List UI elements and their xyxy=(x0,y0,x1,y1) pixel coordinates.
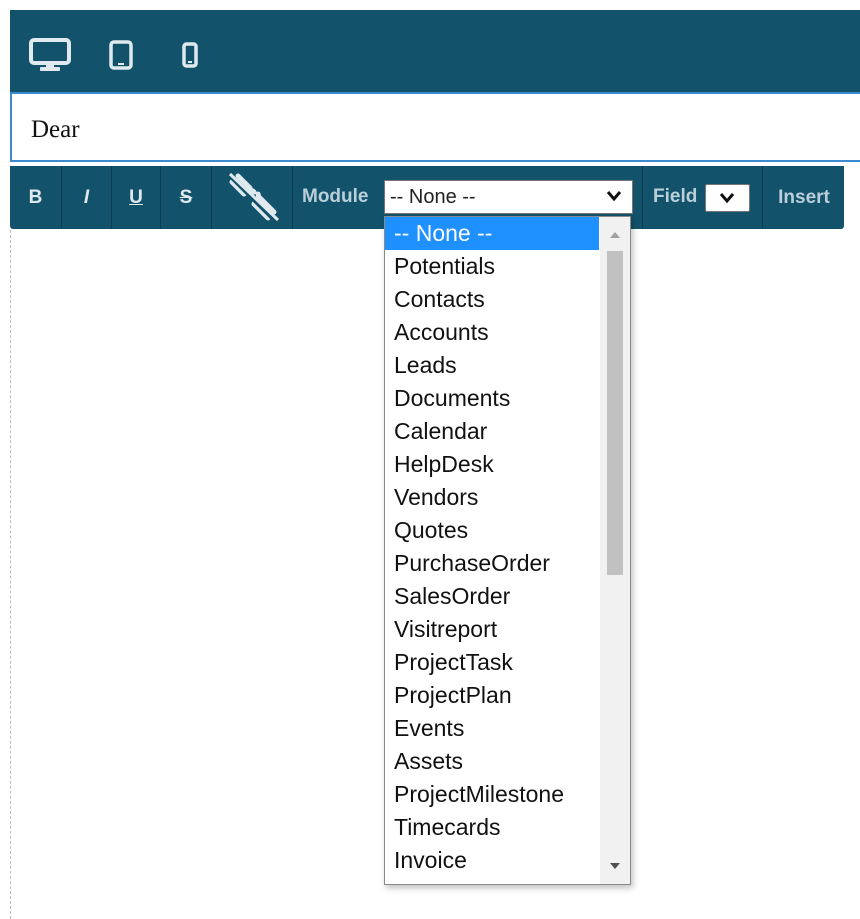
strikethrough-button[interactable]: S xyxy=(161,166,212,229)
field-label: Field xyxy=(653,186,698,207)
module-label: Module xyxy=(302,186,369,207)
chevron-down-icon xyxy=(719,193,735,204)
scroll-up-arrow-icon[interactable] xyxy=(600,221,630,249)
tablet-icon[interactable] xyxy=(108,38,134,72)
module-option[interactable]: Visitreport xyxy=(385,613,599,646)
module-select[interactable]: -- None -- xyxy=(384,180,633,214)
module-option[interactable]: Contacts xyxy=(385,283,599,316)
chevron-down-icon xyxy=(606,191,622,202)
email-template-editor: Dear B I U S Module -- None -- Field Ins… xyxy=(0,0,860,919)
scrollbar-thumb[interactable] xyxy=(607,251,623,575)
italic-button[interactable]: I xyxy=(62,166,112,229)
module-option[interactable]: Events xyxy=(385,712,599,745)
text-block-editor[interactable]: Dear xyxy=(10,92,860,162)
module-select-value: -- None -- xyxy=(390,185,476,208)
mobile-icon[interactable] xyxy=(180,38,200,72)
desktop-icon[interactable] xyxy=(28,38,72,72)
editor-text[interactable]: Dear xyxy=(31,116,80,144)
insert-button[interactable]: Insert xyxy=(762,166,845,229)
module-option[interactable]: Invoice xyxy=(385,844,599,877)
module-option[interactable]: Calendar xyxy=(385,415,599,448)
module-option[interactable]: Quotes xyxy=(385,514,599,547)
dropdown-scrollbar[interactable] xyxy=(600,217,630,884)
underline-button[interactable]: U xyxy=(112,166,161,229)
module-option[interactable]: -- None -- xyxy=(385,217,599,250)
module-option[interactable]: Assets xyxy=(385,745,599,778)
toolbar-divider xyxy=(642,166,643,229)
module-option[interactable]: ProjectPlan xyxy=(385,679,599,712)
scroll-down-arrow-icon[interactable] xyxy=(600,852,630,880)
editor-guide-line xyxy=(10,230,11,919)
module-option[interactable]: ProjectMilestone xyxy=(385,778,599,811)
field-select[interactable] xyxy=(705,184,750,212)
module-option[interactable]: ProjectTask xyxy=(385,646,599,679)
unlink-button[interactable] xyxy=(212,166,293,229)
module-option[interactable]: Potentials xyxy=(385,250,599,283)
bold-button[interactable]: B xyxy=(10,166,62,229)
module-option[interactable]: Accounts xyxy=(385,316,599,349)
module-dropdown-list: -- None -- Potentials Contacts Accounts Lead… xyxy=(384,216,631,885)
unlink-icon xyxy=(226,172,280,223)
module-option[interactable]: SalesOrder xyxy=(385,580,599,613)
module-option[interactable]: Documents xyxy=(385,382,599,415)
module-option[interactable]: Leads xyxy=(385,349,599,382)
module-option[interactable]: Vendors xyxy=(385,481,599,514)
module-option[interactable]: PurchaseOrder xyxy=(385,547,599,580)
module-option[interactable]: Timecards xyxy=(385,811,599,844)
module-option[interactable]: HelpDesk xyxy=(385,448,599,481)
device-preview-bar xyxy=(10,10,860,92)
